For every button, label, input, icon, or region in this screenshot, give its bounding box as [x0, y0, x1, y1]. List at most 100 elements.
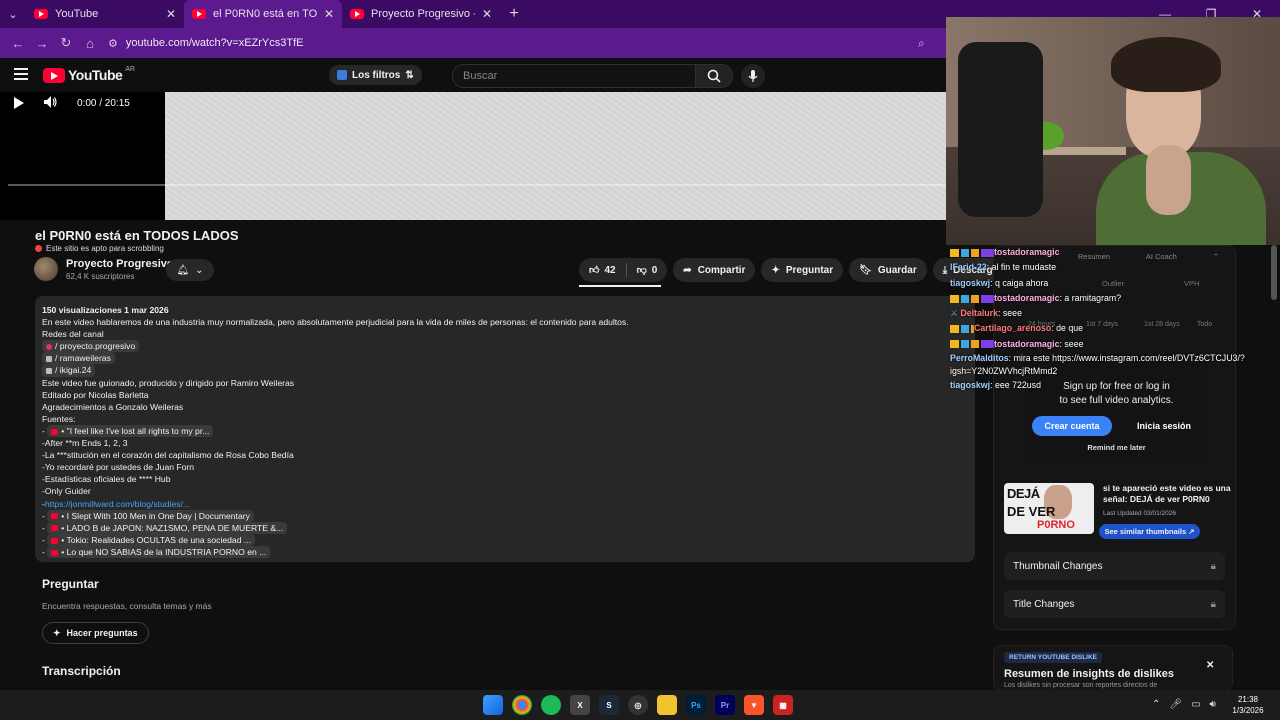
steam-icon[interactable]: S: [599, 695, 619, 715]
description-box[interactable]: 150 visualizaciones 1 mar 2026 En este v…: [35, 296, 975, 562]
reload-icon[interactable]: ↻: [54, 35, 78, 51]
ask-section-title: Preguntar: [42, 577, 99, 591]
filters-label: Los filtros: [352, 69, 401, 81]
home-icon[interactable]: ⌂: [78, 36, 102, 51]
ask-questions-button[interactable]: ✦ Hacer preguntas: [42, 622, 149, 644]
microphone-icon[interactable]: 🎤︎: [1169, 699, 1182, 710]
voice-search-button[interactable]: [741, 64, 765, 88]
app-x-icon[interactable]: X: [570, 695, 590, 715]
create-account-button[interactable]: Crear cuenta: [1032, 416, 1112, 436]
new-tab-icon[interactable]: +: [500, 5, 528, 23]
close-icon[interactable]: ✕: [1206, 660, 1214, 671]
video-player[interactable]: 0:00 / 20:15: [0, 92, 946, 220]
chat-text: a ramitagram?: [1064, 292, 1122, 303]
login-button[interactable]: Inicia sesión: [1124, 416, 1204, 436]
back-icon[interactable]: ←: [6, 36, 30, 51]
app-icon[interactable]: ▦: [773, 695, 793, 715]
chat-user: lFarid-22: [950, 262, 987, 273]
youtube-header: YouTube AR Los filtros ⇅ Buscar: [0, 58, 946, 92]
search-icon: [707, 69, 721, 83]
premiere-icon[interactable]: Pr: [715, 695, 735, 715]
source-video-link[interactable]: • LADO B de JAPON: NAZ1SMO, PENA DE MUER…: [47, 521, 288, 534]
source-line: -La ***stitución en el corazón del capit…: [42, 450, 294, 461]
channel-avatar[interactable]: [34, 257, 58, 281]
ask-questions-label: Hacer preguntas: [66, 628, 138, 638]
source-line: -After **m Ends 1, 2, 3: [42, 438, 128, 449]
search-button[interactable]: [695, 64, 733, 88]
tab-title: YouTube: [55, 8, 99, 20]
tiktok-link[interactable]: / ikigai.24: [42, 364, 96, 377]
chrome-icon[interactable]: [512, 695, 532, 715]
x-link[interactable]: / ramaweileras: [42, 352, 115, 365]
youtube-logo-icon: [43, 67, 65, 83]
address-bar[interactable]: ⚙ youtube.com/watch?v=xEZrYcs3TfE: [108, 37, 303, 50]
chat-user: Deltalurk: [960, 308, 998, 319]
source-video-link[interactable]: • Lo que NO SABIAS de la INDUSTRIA PORNO…: [47, 545, 271, 558]
volume-icon[interactable]: [44, 96, 58, 108]
chat-message: Cartilago_arenoso: de que: [946, 321, 1280, 336]
remind-later-link[interactable]: Remind me later: [1024, 443, 1209, 452]
browser-tab-channel[interactable]: Proyecto Progresivo - YouTube ✕: [342, 0, 500, 28]
thumbnail-changes-row[interactable]: Thumbnail Changes 🔒︎: [1004, 552, 1225, 580]
channel-name[interactable]: Proyecto Progresivo: [66, 258, 174, 270]
sword-badge-icon: ⚔: [950, 308, 958, 319]
like-button[interactable]: 👍︎ 42: [589, 264, 616, 277]
chat-message: PerroMalditos: mira este https://www.ins…: [950, 353, 1245, 377]
thumbnail-text: DE VER: [1007, 504, 1056, 519]
menu-icon[interactable]: [14, 68, 28, 80]
external-arrow-icon: ↗: [1188, 527, 1195, 536]
progress-bar[interactable]: [8, 184, 946, 186]
clock-date: 1/3/2026: [1232, 706, 1264, 715]
thumbnail-updated: Last Updated 03/01/2026: [1103, 510, 1177, 517]
close-tab-icon[interactable]: ✕: [166, 7, 176, 21]
notifications-button[interactable]: 🔔︎ ⌄: [166, 259, 214, 281]
credit-line: Fuentes:: [42, 413, 76, 424]
chevron-up-icon[interactable]: ⌃: [1152, 699, 1160, 710]
row-label: Title Changes: [1013, 598, 1075, 610]
close-tab-icon[interactable]: ✕: [482, 7, 492, 21]
close-tab-icon[interactable]: ✕: [324, 7, 334, 21]
search-input[interactable]: Buscar: [452, 64, 696, 88]
site-info-icon[interactable]: ⚙: [108, 37, 118, 50]
forward-icon[interactable]: →: [30, 36, 54, 51]
source-video-link[interactable]: • "I feel like I've lost all rights to m…: [47, 424, 214, 438]
windows-start-icon[interactable]: [483, 695, 503, 715]
dislike-button[interactable]: 👎︎ 0: [636, 264, 658, 277]
taskbar-clock[interactable]: 21:38 1/3/2026: [1228, 694, 1268, 716]
chat-user: PerroMalditos: [950, 353, 1009, 364]
title-changes-row[interactable]: Title Changes 🔒︎: [1004, 590, 1225, 618]
chat-badges-icon: [950, 340, 994, 349]
like-ratio-bar: [579, 285, 661, 287]
external-link[interactable]: https://jonmillward.com/blog/studies/...: [45, 499, 190, 509]
streamer-hand: [1146, 145, 1191, 215]
chat-message: ⚔ Deltalurk: seee: [950, 308, 1022, 319]
ask-section-subtitle: Encuentra respuestas, consulta temas y m…: [42, 601, 212, 611]
play-icon[interactable]: [14, 97, 24, 109]
video-time: 0:00 / 20:15: [77, 98, 130, 109]
similar-thumbnails-button[interactable]: See similar thumbnails ↗: [1099, 524, 1200, 539]
similar-label: See similar thumbnails: [1104, 527, 1187, 536]
save-button[interactable]: 🔖︎ Guardar: [849, 258, 927, 282]
browser-tab-youtube[interactable]: YouTube ✕: [26, 0, 184, 28]
browser-tab-video[interactable]: el P0RN0 está en TODOS LADOS ✕: [184, 0, 342, 28]
photoshop-icon[interactable]: Ps: [686, 695, 706, 715]
thumbs-down-icon: 👎︎: [636, 265, 647, 276]
speaker-icon[interactable]: 🔊︎: [1210, 699, 1216, 710]
instagram-link[interactable]: / proyecto.progresivo: [42, 340, 140, 353]
share-button[interactable]: ➦ Compartir: [673, 258, 756, 282]
ask-button[interactable]: ✦ Preguntar: [761, 258, 844, 282]
source-video-link[interactable]: • Tokio: Realidades OCULTAS de una socie…: [47, 533, 256, 546]
tab-search-icon[interactable]: ⌄: [0, 0, 26, 28]
filters-button[interactable]: Los filtros ⇅: [329, 65, 422, 85]
brave-icon[interactable]: ▼: [744, 695, 764, 715]
video-thumbnail[interactable]: DEJÁ DE VER P0RNO: [1004, 483, 1094, 534]
chat-badges-icon: [950, 325, 974, 334]
zoom-icon[interactable]: ⌕: [918, 36, 925, 51]
obs-icon[interactable]: ◎: [628, 695, 648, 715]
source-video-link[interactable]: • I Slept With 100 Men in One Day | Docu…: [47, 509, 254, 522]
network-icon[interactable]: ▭: [1191, 699, 1200, 710]
youtube-logo[interactable]: YouTube AR: [43, 66, 135, 83]
youtube-icon: [51, 428, 59, 435]
file-explorer-icon[interactable]: [657, 695, 677, 715]
spotify-icon[interactable]: [541, 695, 561, 715]
